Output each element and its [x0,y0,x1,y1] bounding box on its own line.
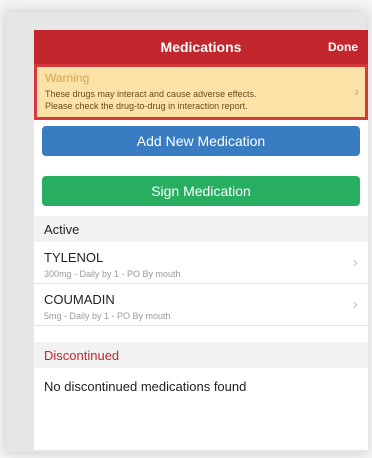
warning-line-2: Please check the drug-to-drug in interac… [45,101,248,111]
medication-row-tylenol[interactable]: TYLENOL 300mg - Daily by 1 - PO By mouth… [34,242,368,284]
medication-detail: 300mg - Daily by 1 - PO By mouth [44,269,181,279]
medication-name: TYLENOL [44,250,104,265]
warning-line-1: These drugs may interact and cause adver… [45,89,257,99]
discontinued-empty-message: No discontinued medications found [44,378,247,394]
done-button[interactable]: Done [328,30,358,64]
navigation-bar: Medications Done [34,30,368,64]
app-screen: Medications Done Warning These drugs may… [34,30,368,450]
chevron-right-icon: › [352,254,358,271]
medication-row-coumadin[interactable]: COUMADIN 5mg - Daily by 1 - PO By mouth … [34,284,368,326]
chevron-right-icon: › [352,296,358,313]
medication-detail: 5mg - Daily by 1 - PO By mouth [44,311,171,321]
sign-medication-button[interactable]: Sign Medication [42,176,360,206]
medication-name: COUMADIN [44,292,115,307]
warning-message: These drugs may interact and cause adver… [45,88,349,112]
interaction-warning-banner[interactable]: Warning These drugs may interact and cau… [34,64,368,120]
warning-title: Warning [45,71,90,85]
active-section-header: Active [34,216,368,242]
discontinued-section-header: Discontinued [34,342,368,368]
screenshot-stage: Medications Done Warning These drugs may… [0,0,372,458]
page-title: Medications [160,39,242,55]
add-new-medication-button[interactable]: Add New Medication [42,126,360,156]
chevron-right-icon: › [354,83,359,99]
